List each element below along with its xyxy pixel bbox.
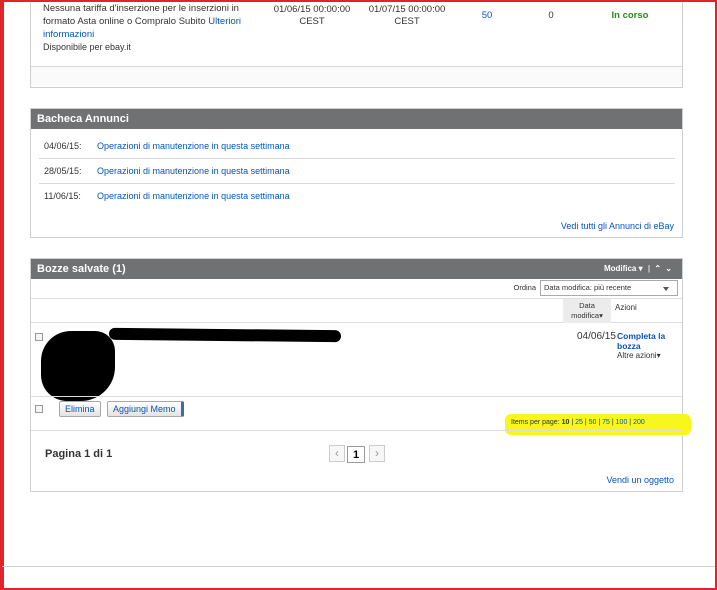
listing-count-link[interactable]: 50 bbox=[477, 10, 497, 22]
panel-footer bbox=[31, 66, 682, 86]
select-all-checkbox[interactable] bbox=[35, 405, 43, 413]
promo-description: Nessuna tariffa d'inserzione per le inse… bbox=[43, 2, 258, 41]
start-date: 01/06/15 00:00:00 CEST bbox=[273, 4, 351, 27]
bacheca-annunci-panel: Bacheca Annunci 04/06/15: Operazioni di … bbox=[30, 108, 683, 238]
news-item: 28/05/15: Operazioni di manutenzione in … bbox=[39, 159, 675, 184]
news-date: 04/06/15: bbox=[44, 141, 82, 151]
pagination-text: Pagina 1 di 1 bbox=[45, 448, 113, 460]
sort-label: Ordina bbox=[513, 283, 536, 292]
complete-draft-link[interactable]: Completa la bozza bbox=[617, 331, 677, 351]
delete-button[interactable]: Elimina bbox=[59, 401, 101, 417]
end-date: 01/07/15 00:00:00 CEST bbox=[368, 4, 446, 27]
prev-page-icon[interactable]: ‹ bbox=[329, 445, 345, 462]
column-header-date[interactable]: Data modifica▾ bbox=[563, 299, 611, 323]
pagination-row: Pagina 1 di 1 ‹ 1 › bbox=[31, 430, 682, 464]
status-badge: In corso bbox=[611, 10, 649, 21]
listing-used-count: 0 bbox=[548, 10, 554, 21]
bacheca-title: Bacheca Annunci bbox=[31, 109, 682, 129]
next-page-icon[interactable]: › bbox=[369, 445, 385, 462]
see-all-announcements-link[interactable]: Vedi tutti gli Annunci di eBay bbox=[561, 221, 674, 231]
items-per-page-option[interactable]: 50 bbox=[589, 419, 597, 426]
drafts-title: Bozze salvate (1) bbox=[37, 263, 126, 275]
panel-header-controls: Modifica ▾ | ⌃ ⌄ bbox=[603, 264, 672, 273]
chevron-down-icon bbox=[663, 287, 669, 291]
items-per-page-option[interactable]: 200 bbox=[633, 419, 645, 426]
chevron-down-icon: ▾ bbox=[656, 351, 661, 360]
items-per-page-option[interactable]: 25 bbox=[575, 419, 583, 426]
redacted-title bbox=[108, 327, 342, 343]
draft-modified-date: 04/06/15 bbox=[577, 331, 616, 342]
saved-drafts-panel: Bozze salvate (1) Modifica ▾ | ⌃ ⌄ Ordin… bbox=[30, 258, 691, 492]
news-date: 11/06/15: bbox=[44, 191, 81, 201]
drafts-panel-header: Bozze salvate (1) Modifica ▾ | ⌃ ⌄ bbox=[31, 259, 682, 279]
fee-promo-panel: Nessuna tariffa d'inserzione per le inse… bbox=[30, 0, 683, 88]
window-frame-left bbox=[0, 0, 4, 590]
items-per-page-option[interactable]: 75 bbox=[602, 419, 610, 426]
add-memo-button[interactable]: Aggiungi Memo bbox=[107, 401, 184, 417]
chevron-down-icon: ▾ bbox=[638, 264, 643, 273]
more-actions-menu[interactable]: Altre azioni▾ bbox=[617, 351, 661, 360]
news-item: 11/06/15: Operazioni di manutenzione in … bbox=[39, 184, 675, 209]
news-link[interactable]: Operazioni di manutenzione in questa set… bbox=[97, 184, 290, 209]
redacted-thumbnail bbox=[41, 331, 115, 401]
modifica-menu[interactable]: Modifica ▾ bbox=[604, 264, 643, 273]
promo-line-1: Nessuna tariffa d'inserzione per le inse… bbox=[43, 3, 239, 14]
sort-select[interactable]: Data modifica: più recente bbox=[540, 280, 678, 296]
sell-item-link[interactable]: Vendi un oggetto bbox=[606, 475, 674, 485]
row-checkbox[interactable] bbox=[35, 333, 43, 341]
expand-down-icon[interactable]: ⌄ bbox=[665, 264, 672, 273]
news-date: 28/05/15: bbox=[44, 166, 82, 176]
items-per-page-option[interactable]: 100 bbox=[616, 419, 628, 426]
sort-row: Ordina Data modifica: più recente bbox=[31, 279, 682, 299]
column-header-actions: Azioni bbox=[615, 303, 637, 312]
items-per-page: Items per page: 10 | 25 | 50 | 75 | 100 … bbox=[511, 419, 645, 426]
news-item: 04/06/15: Operazioni di manutenzione in … bbox=[39, 134, 675, 159]
sort-icon: ▾ bbox=[599, 311, 603, 320]
items-per-page-option[interactable]: 10 bbox=[562, 419, 570, 426]
current-page[interactable]: 1 bbox=[347, 446, 365, 463]
table-header: Data modifica▾ Azioni bbox=[31, 299, 682, 323]
page-bottom-divider bbox=[0, 566, 717, 567]
news-link[interactable]: Operazioni di manutenzione in questa set… bbox=[97, 134, 290, 159]
promo-line-2: formato Asta online o Compralo Subito bbox=[43, 16, 206, 27]
news-link[interactable]: Operazioni di manutenzione in questa set… bbox=[97, 159, 290, 184]
collapse-up-icon[interactable]: ⌃ bbox=[654, 264, 661, 273]
availability-text: Disponibile per ebay.it bbox=[43, 42, 131, 52]
